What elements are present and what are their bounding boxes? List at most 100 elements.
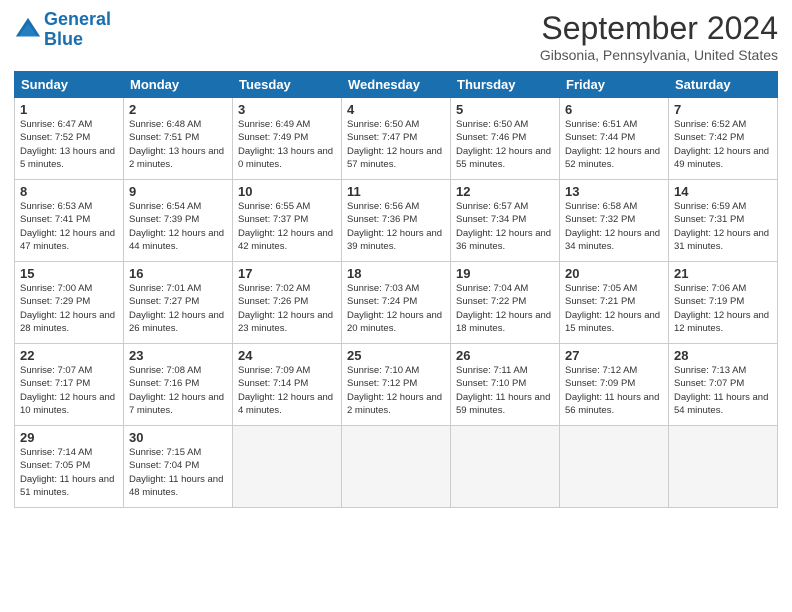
sunrise-label: Sunrise: 6:51 AM bbox=[565, 119, 637, 130]
day-info: Sunrise: 7:05 AM Sunset: 7:21 PM Dayligh… bbox=[565, 282, 663, 335]
daylight-label: Daylight: 12 hours and 39 minutes. bbox=[347, 228, 442, 252]
day-number: 20 bbox=[565, 266, 663, 281]
sunset-label: Sunset: 7:44 PM bbox=[565, 132, 635, 143]
day-info: Sunrise: 7:11 AM Sunset: 7:10 PM Dayligh… bbox=[456, 364, 554, 417]
sunrise-label: Sunrise: 6:58 AM bbox=[565, 201, 637, 212]
day-info: Sunrise: 6:51 AM Sunset: 7:44 PM Dayligh… bbox=[565, 118, 663, 171]
sunset-label: Sunset: 7:42 PM bbox=[674, 132, 744, 143]
day-number: 18 bbox=[347, 266, 445, 281]
day-number: 26 bbox=[456, 348, 554, 363]
sunset-label: Sunset: 7:47 PM bbox=[347, 132, 417, 143]
calendar-row: 15 Sunrise: 7:00 AM Sunset: 7:29 PM Dayl… bbox=[15, 262, 778, 344]
calendar-cell: 9 Sunrise: 6:54 AM Sunset: 7:39 PM Dayli… bbox=[124, 180, 233, 262]
calendar-cell: 10 Sunrise: 6:55 AM Sunset: 7:37 PM Dayl… bbox=[233, 180, 342, 262]
sunset-label: Sunset: 7:07 PM bbox=[674, 378, 744, 389]
calendar-cell: 1 Sunrise: 6:47 AM Sunset: 7:52 PM Dayli… bbox=[15, 98, 124, 180]
sunrise-label: Sunrise: 6:56 AM bbox=[347, 201, 419, 212]
day-number: 2 bbox=[129, 102, 227, 117]
day-info: Sunrise: 6:50 AM Sunset: 7:47 PM Dayligh… bbox=[347, 118, 445, 171]
daylight-label: Daylight: 12 hours and 15 minutes. bbox=[565, 310, 660, 334]
daylight-label: Daylight: 12 hours and 55 minutes. bbox=[456, 146, 551, 170]
day-info: Sunrise: 6:57 AM Sunset: 7:34 PM Dayligh… bbox=[456, 200, 554, 253]
daylight-label: Daylight: 12 hours and 20 minutes. bbox=[347, 310, 442, 334]
calendar-cell: 7 Sunrise: 6:52 AM Sunset: 7:42 PM Dayli… bbox=[669, 98, 778, 180]
sunrise-label: Sunrise: 7:09 AM bbox=[238, 365, 310, 376]
sunset-label: Sunset: 7:24 PM bbox=[347, 296, 417, 307]
day-number: 1 bbox=[20, 102, 118, 117]
day-info: Sunrise: 7:01 AM Sunset: 7:27 PM Dayligh… bbox=[129, 282, 227, 335]
calendar-cell: 15 Sunrise: 7:00 AM Sunset: 7:29 PM Dayl… bbox=[15, 262, 124, 344]
col-thursday: Thursday bbox=[451, 72, 560, 98]
sunset-label: Sunset: 7:27 PM bbox=[129, 296, 199, 307]
sunrise-label: Sunrise: 7:00 AM bbox=[20, 283, 92, 294]
sunset-label: Sunset: 7:04 PM bbox=[129, 460, 199, 471]
sunrise-label: Sunrise: 7:02 AM bbox=[238, 283, 310, 294]
col-sunday: Sunday bbox=[15, 72, 124, 98]
day-number: 16 bbox=[129, 266, 227, 281]
daylight-label: Daylight: 11 hours and 51 minutes. bbox=[20, 474, 114, 498]
day-info: Sunrise: 7:10 AM Sunset: 7:12 PM Dayligh… bbox=[347, 364, 445, 417]
sunrise-label: Sunrise: 7:14 AM bbox=[20, 447, 92, 458]
title-block: September 2024 Gibsonia, Pennsylvania, U… bbox=[540, 10, 778, 63]
calendar-cell: 14 Sunrise: 6:59 AM Sunset: 7:31 PM Dayl… bbox=[669, 180, 778, 262]
col-saturday: Saturday bbox=[669, 72, 778, 98]
page: General Blue September 2024 Gibsonia, Pe… bbox=[0, 0, 792, 612]
sunset-label: Sunset: 7:51 PM bbox=[129, 132, 199, 143]
sunrise-label: Sunrise: 6:47 AM bbox=[20, 119, 92, 130]
calendar-cell: 2 Sunrise: 6:48 AM Sunset: 7:51 PM Dayli… bbox=[124, 98, 233, 180]
day-info: Sunrise: 7:14 AM Sunset: 7:05 PM Dayligh… bbox=[20, 446, 118, 499]
daylight-label: Daylight: 12 hours and 23 minutes. bbox=[238, 310, 333, 334]
calendar-cell: 25 Sunrise: 7:10 AM Sunset: 7:12 PM Dayl… bbox=[342, 344, 451, 426]
sunrise-label: Sunrise: 7:12 AM bbox=[565, 365, 637, 376]
daylight-label: Daylight: 11 hours and 56 minutes. bbox=[565, 392, 659, 416]
day-number: 15 bbox=[20, 266, 118, 281]
day-number: 10 bbox=[238, 184, 336, 199]
day-number: 11 bbox=[347, 184, 445, 199]
daylight-label: Daylight: 11 hours and 59 minutes. bbox=[456, 392, 550, 416]
calendar-cell: 11 Sunrise: 6:56 AM Sunset: 7:36 PM Dayl… bbox=[342, 180, 451, 262]
sunset-label: Sunset: 7:41 PM bbox=[20, 214, 90, 225]
day-number: 12 bbox=[456, 184, 554, 199]
calendar-row: 1 Sunrise: 6:47 AM Sunset: 7:52 PM Dayli… bbox=[15, 98, 778, 180]
daylight-label: Daylight: 12 hours and 18 minutes. bbox=[456, 310, 551, 334]
daylight-label: Daylight: 11 hours and 48 minutes. bbox=[129, 474, 223, 498]
day-number: 4 bbox=[347, 102, 445, 117]
calendar-table: Sunday Monday Tuesday Wednesday Thursday… bbox=[14, 71, 778, 508]
day-info: Sunrise: 7:13 AM Sunset: 7:07 PM Dayligh… bbox=[674, 364, 772, 417]
calendar-cell: 12 Sunrise: 6:57 AM Sunset: 7:34 PM Dayl… bbox=[451, 180, 560, 262]
calendar-row: 22 Sunrise: 7:07 AM Sunset: 7:17 PM Dayl… bbox=[15, 344, 778, 426]
location-subtitle: Gibsonia, Pennsylvania, United States bbox=[540, 47, 778, 63]
calendar-cell: 28 Sunrise: 7:13 AM Sunset: 7:07 PM Dayl… bbox=[669, 344, 778, 426]
daylight-label: Daylight: 12 hours and 2 minutes. bbox=[347, 392, 442, 416]
sunrise-label: Sunrise: 7:05 AM bbox=[565, 283, 637, 294]
day-info: Sunrise: 7:15 AM Sunset: 7:04 PM Dayligh… bbox=[129, 446, 227, 499]
sunset-label: Sunset: 7:16 PM bbox=[129, 378, 199, 389]
day-info: Sunrise: 6:49 AM Sunset: 7:49 PM Dayligh… bbox=[238, 118, 336, 171]
calendar-cell: 29 Sunrise: 7:14 AM Sunset: 7:05 PM Dayl… bbox=[15, 426, 124, 508]
daylight-label: Daylight: 13 hours and 2 minutes. bbox=[129, 146, 224, 170]
sunrise-label: Sunrise: 6:52 AM bbox=[674, 119, 746, 130]
sunrise-label: Sunrise: 6:59 AM bbox=[674, 201, 746, 212]
col-tuesday: Tuesday bbox=[233, 72, 342, 98]
day-number: 21 bbox=[674, 266, 772, 281]
day-info: Sunrise: 7:02 AM Sunset: 7:26 PM Dayligh… bbox=[238, 282, 336, 335]
sunset-label: Sunset: 7:10 PM bbox=[456, 378, 526, 389]
col-monday: Monday bbox=[124, 72, 233, 98]
daylight-label: Daylight: 13 hours and 5 minutes. bbox=[20, 146, 115, 170]
col-wednesday: Wednesday bbox=[342, 72, 451, 98]
calendar-body: 1 Sunrise: 6:47 AM Sunset: 7:52 PM Dayli… bbox=[15, 98, 778, 508]
calendar-cell: 30 Sunrise: 7:15 AM Sunset: 7:04 PM Dayl… bbox=[124, 426, 233, 508]
calendar-cell: 23 Sunrise: 7:08 AM Sunset: 7:16 PM Dayl… bbox=[124, 344, 233, 426]
calendar-cell bbox=[451, 426, 560, 508]
day-info: Sunrise: 6:48 AM Sunset: 7:51 PM Dayligh… bbox=[129, 118, 227, 171]
sunset-label: Sunset: 7:17 PM bbox=[20, 378, 90, 389]
daylight-label: Daylight: 12 hours and 10 minutes. bbox=[20, 392, 115, 416]
day-number: 9 bbox=[129, 184, 227, 199]
calendar-cell bbox=[669, 426, 778, 508]
calendar-cell: 22 Sunrise: 7:07 AM Sunset: 7:17 PM Dayl… bbox=[15, 344, 124, 426]
day-number: 14 bbox=[674, 184, 772, 199]
sunrise-label: Sunrise: 6:50 AM bbox=[347, 119, 419, 130]
sunset-label: Sunset: 7:26 PM bbox=[238, 296, 308, 307]
daylight-label: Daylight: 12 hours and 42 minutes. bbox=[238, 228, 333, 252]
sunrise-label: Sunrise: 7:03 AM bbox=[347, 283, 419, 294]
